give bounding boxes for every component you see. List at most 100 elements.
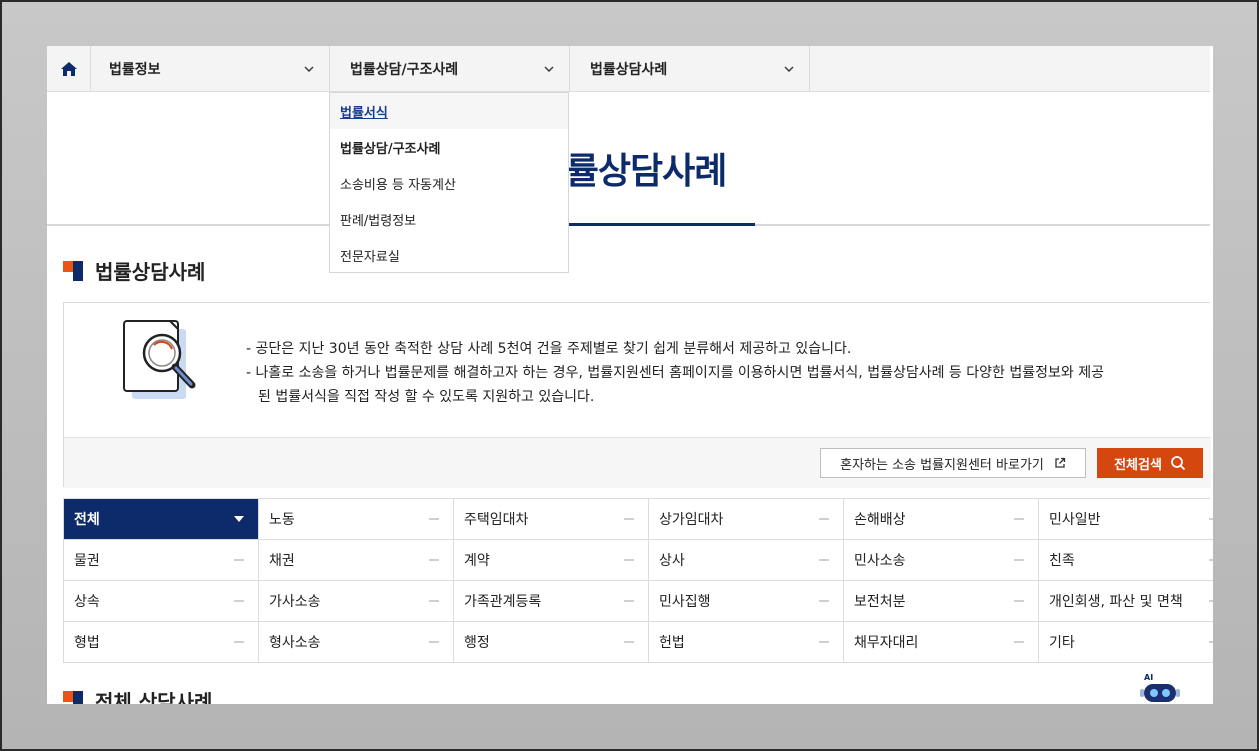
info-actions-bar: 혼자하는 소송 법률지원센터 바로가기 전체검색 — [64, 437, 1211, 488]
category-label: 기타 — [1049, 635, 1075, 651]
info-description: - 공단은 지난 30년 동안 축적한 상담 사례 5천여 건을 주제별로 찾기… — [246, 337, 1211, 409]
category-item[interactable]: 기타 — [1039, 622, 1213, 663]
chevron-down-icon — [544, 66, 554, 72]
nav-item-consultation[interactable]: 법률상담/구조사례 — [330, 46, 570, 92]
category-item[interactable]: 손해배상 — [844, 499, 1039, 540]
collapse-dash-icon — [429, 518, 439, 520]
category-label: 채권 — [269, 553, 295, 569]
category-item[interactable]: 형사소송 — [259, 622, 454, 663]
self-litigation-link-button[interactable]: 혼자하는 소송 법률지원센터 바로가기 — [820, 448, 1086, 478]
collapse-dash-icon — [819, 641, 829, 643]
collapse-dash-icon — [429, 559, 439, 561]
collapse-dash-icon — [234, 559, 244, 561]
category-item[interactable]: 민사집행 — [649, 581, 844, 622]
info-line: - 나홀로 소송을 하거나 법률문제를 해결하고자 하는 경우, 법률지원센터 … — [246, 365, 1104, 381]
category-label: 계약 — [464, 553, 490, 569]
robot-icon: AI — [1140, 673, 1180, 702]
button-label: 전체검색 — [1114, 457, 1162, 473]
menu-item-cost-calculator[interactable]: 소송비용 등 자동계산 — [330, 165, 568, 201]
category-label: 민사일반 — [1049, 512, 1101, 528]
category-item[interactable]: 보전처분 — [844, 581, 1039, 622]
browser-viewport: 법률정보 법률상담/구조사례 법률상담사례 법률서식 법률상담/구조사례 소송비… — [47, 46, 1213, 704]
section-heading: 전체 상담사례 — [63, 686, 212, 704]
collapse-dash-icon — [624, 559, 634, 561]
section-heading: 법률상담사례 — [63, 256, 205, 285]
category-item[interactable]: 상사 — [649, 540, 844, 581]
menu-item-precedents[interactable]: 판례/법령정보 — [330, 201, 568, 237]
category-label: 전체 — [74, 512, 100, 528]
collapse-dash-icon — [819, 559, 829, 561]
category-label: 개인회생, 파산 및 면책 — [1049, 594, 1183, 610]
category-item[interactable]: 헌법 — [649, 622, 844, 663]
page-title: 법률상담사례 — [533, 151, 728, 192]
document-magnifier-icon — [123, 320, 196, 399]
menu-item-consultation[interactable]: 법률상담/구조사례 — [330, 129, 568, 165]
search-icon — [1171, 456, 1186, 471]
category-label: 행정 — [464, 635, 490, 651]
ai-chatbot-button[interactable]: AI — [1140, 672, 1180, 704]
collapse-dash-icon — [1014, 641, 1024, 643]
home-button[interactable] — [47, 46, 91, 92]
category-label: 상가임대차 — [659, 512, 724, 528]
category-item[interactable]: 상가임대차 — [649, 499, 844, 540]
collapse-dash-icon — [1209, 600, 1213, 602]
category-item[interactable]: 전체 — [64, 499, 259, 540]
collapse-dash-icon — [819, 518, 829, 520]
category-label: 물권 — [74, 553, 100, 569]
collapse-dash-icon — [1209, 559, 1213, 561]
collapse-dash-icon — [1014, 600, 1024, 602]
category-label: 보전처분 — [854, 594, 906, 610]
category-item[interactable]: 가족관계등록 — [454, 581, 649, 622]
category-item[interactable]: 친족 — [1039, 540, 1213, 581]
nav-item-label: 법률상담사례 — [590, 62, 668, 78]
search-all-button[interactable]: 전체검색 — [1097, 448, 1203, 478]
category-label: 상사 — [659, 553, 685, 569]
info-line: - 공단은 지난 30년 동안 축적한 상담 사례 5천여 건을 주제별로 찾기… — [246, 341, 852, 357]
chevron-down-icon — [784, 66, 794, 72]
collapse-dash-icon — [624, 600, 634, 602]
category-item[interactable]: 민사소송 — [844, 540, 1039, 581]
category-label: 채무자대리 — [854, 635, 919, 651]
collapse-dash-icon — [624, 641, 634, 643]
category-label: 친족 — [1049, 553, 1075, 569]
category-label: 형법 — [74, 635, 100, 651]
button-label: 혼자하는 소송 법률지원센터 바로가기 — [840, 457, 1044, 473]
category-item[interactable]: 상속 — [64, 581, 259, 622]
category-item[interactable]: 채무자대리 — [844, 622, 1039, 663]
category-item[interactable]: 물권 — [64, 540, 259, 581]
category-item[interactable]: 행정 — [454, 622, 649, 663]
collapse-dash-icon — [1209, 518, 1213, 520]
category-label: 헌법 — [659, 635, 685, 651]
nav-item-label: 법률정보 — [109, 62, 161, 78]
category-item[interactable]: 가사소송 — [259, 581, 454, 622]
chevron-down-icon — [304, 66, 314, 72]
category-label: 형사소송 — [269, 635, 321, 651]
section-title: 전체 상담사례 — [95, 690, 213, 704]
nav-item-label: 법률상담/구조사례 — [350, 62, 459, 78]
category-item[interactable]: 주택임대차 — [454, 499, 649, 540]
menu-item-archive[interactable]: 전문자료실 — [330, 237, 568, 273]
category-label: 가족관계등록 — [464, 594, 542, 610]
category-label: 손해배상 — [854, 512, 906, 528]
home-icon — [60, 62, 77, 76]
collapse-dash-icon — [819, 600, 829, 602]
category-item[interactable]: 노동 — [259, 499, 454, 540]
nav-item-legal-info[interactable]: 법률정보 — [91, 46, 330, 92]
section-marker-icon — [63, 260, 83, 281]
category-item[interactable]: 채권 — [259, 540, 454, 581]
collapse-dash-icon — [234, 641, 244, 643]
collapse-dash-icon — [1014, 559, 1024, 561]
category-label: 가사소송 — [269, 594, 321, 610]
section-title: 법률상담사례 — [95, 260, 206, 284]
collapse-dash-icon — [1014, 518, 1024, 520]
category-item[interactable]: 개인회생, 파산 및 면책 — [1039, 581, 1213, 622]
menu-item-legal-forms[interactable]: 법률서식 — [330, 93, 568, 129]
category-label: 민사집행 — [659, 594, 711, 610]
category-item[interactable]: 계약 — [454, 540, 649, 581]
collapse-dash-icon — [429, 600, 439, 602]
category-item[interactable]: 형법 — [64, 622, 259, 663]
nav-item-consultation-cases[interactable]: 법률상담사례 — [570, 46, 810, 92]
collapse-dash-icon — [1209, 641, 1213, 643]
category-label: 주택임대차 — [464, 512, 529, 528]
category-item[interactable]: 민사일반 — [1039, 499, 1213, 540]
